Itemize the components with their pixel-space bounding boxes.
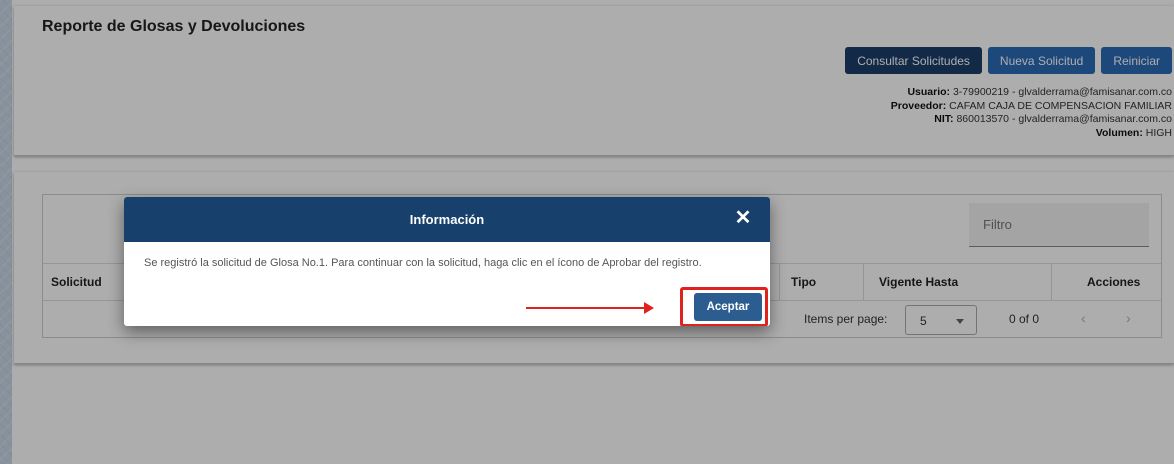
accept-button[interactable]: Aceptar (694, 293, 762, 321)
dialog-header: Información ✕ (124, 197, 770, 242)
arrow-right-icon (526, 302, 654, 314)
dialog-title: Información (409, 212, 485, 227)
close-icon[interactable]: ✕ (732, 207, 754, 229)
info-dialog: Información ✕ Se registró la solicitud d… (124, 197, 770, 326)
dialog-message: Se registró la solicitud de Glosa No.1. … (144, 257, 702, 269)
